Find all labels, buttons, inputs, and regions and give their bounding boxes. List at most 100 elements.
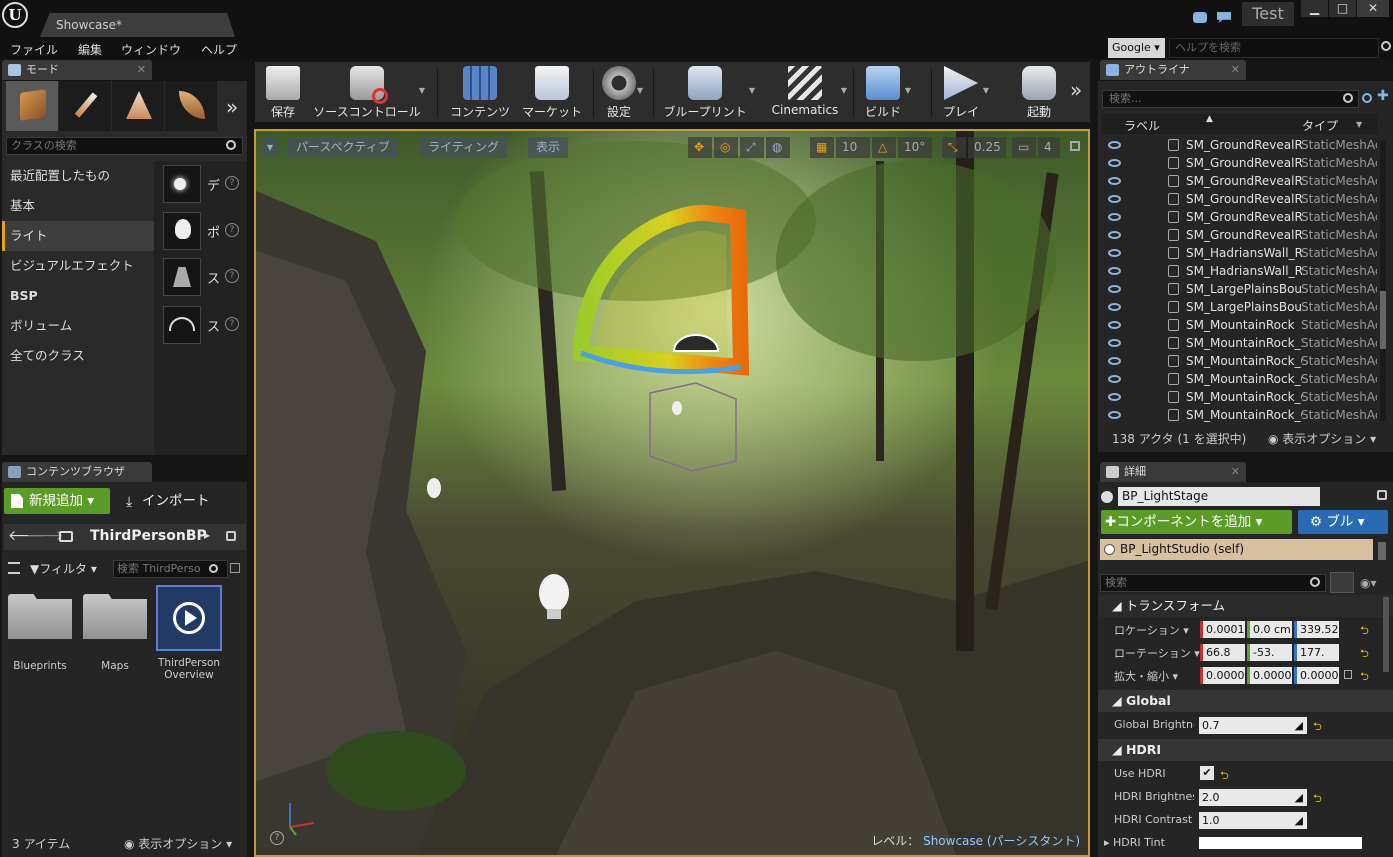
visibility-filter-icon[interactable]: ◉▾ <box>1360 576 1377 590</box>
visibility-eye-icon[interactable] <box>1108 213 1121 221</box>
close-tab-icon[interactable]: ✕ <box>1231 462 1240 482</box>
outliner-row[interactable]: SM_GroundRevealRockStaticMeshActor <box>1100 190 1380 208</box>
lock-icon[interactable] <box>226 531 236 541</box>
reset-icon[interactable]: ⮌ <box>1313 790 1322 809</box>
landscape-mode-button[interactable] <box>112 81 164 131</box>
category-basic[interactable]: 基本 <box>2 191 154 221</box>
visibility-eye-icon[interactable] <box>1108 249 1121 257</box>
class-search-input[interactable]: クラスの検索 <box>6 137 243 155</box>
path-crumb[interactable]: ThirdPersonBP <box>90 528 207 544</box>
lock-icon[interactable] <box>1377 490 1387 500</box>
rotation-snap-value[interactable]: 10° <box>898 137 932 158</box>
point-light-item[interactable]: ポ ? <box>163 212 247 252</box>
reset-icon[interactable]: ⮌ <box>1313 718 1322 737</box>
visibility-eye-icon[interactable] <box>1108 141 1121 149</box>
category-recent[interactable]: 最近配置したもの <box>2 161 154 191</box>
outliner-search-input[interactable]: 検索... <box>1102 90 1359 108</box>
outliner-row[interactable]: SM_MountainRock StaticMeshActor <box>1100 316 1380 334</box>
light-bulb-icon[interactable] <box>539 574 569 612</box>
blueprints-button[interactable]: ブループリント ▼ <box>657 62 755 122</box>
outliner-row[interactable]: SM_GroundRevealRockStaticMeshActor <box>1100 136 1380 154</box>
reset-icon[interactable]: ⮌ <box>1360 668 1369 687</box>
build-button[interactable]: ビルド ▼ <box>857 62 911 122</box>
hdri-brightness-field[interactable]: 2.0 ◢ <box>1199 789 1307 806</box>
global-brightness-field[interactable]: 0.7 ◢ <box>1199 717 1307 734</box>
chat-icon[interactable] <box>1193 12 1207 23</box>
light-bulb-icon[interactable] <box>427 478 441 498</box>
section-hdri[interactable]: ◢ HDRI <box>1098 739 1393 761</box>
modes-tab[interactable]: モード ✕ <box>2 60 152 80</box>
scale-z-field[interactable]: 0.00003 <box>1294 667 1339 684</box>
place-mode-button[interactable] <box>6 81 58 131</box>
cinematics-button[interactable]: Cinematics ▼ <box>765 62 847 122</box>
help-icon[interactable]: ? <box>225 317 239 331</box>
visibility-eye-icon[interactable] <box>1108 393 1121 401</box>
close-tab-icon[interactable]: ✕ <box>137 60 146 80</box>
rotation-y-field[interactable]: -53. <box>1247 644 1292 661</box>
reset-icon[interactable]: ⮌ <box>1360 622 1369 641</box>
sky-light-item[interactable]: ス ? <box>163 306 247 346</box>
save-search-icon[interactable] <box>230 563 240 573</box>
scene-render[interactable] <box>256 131 1088 855</box>
search-icon[interactable] <box>1381 41 1391 51</box>
launch-button[interactable]: 起動 <box>1013 62 1065 122</box>
help-search-input[interactable]: ヘルプを検索 <box>1169 38 1379 58</box>
show-button[interactable]: 表示 <box>528 137 569 158</box>
filter-dropdown[interactable]: ▼フィルタ ▾ <box>30 560 97 577</box>
help-icon[interactable]: ? <box>225 176 239 190</box>
rotation-z-field[interactable]: 177. <box>1294 644 1339 661</box>
visibility-eye-icon[interactable] <box>1108 411 1121 419</box>
dropdown-arrow-icon[interactable]: ▼ <box>905 86 911 95</box>
rotate-tool-icon[interactable]: ◎ <box>714 137 738 158</box>
scale-snap-value[interactable]: 0.25 <box>968 137 1006 158</box>
details-tab[interactable]: 詳細 ✕ <box>1100 462 1246 482</box>
outliner-row[interactable]: SM_HadriansWall_RockStaticMeshActor <box>1100 262 1380 280</box>
level-viewport[interactable]: ▾ パースペクティブ ライティング 表示 ✥ ◎ ⤢ ◍ ▦ 10 △ 10° … <box>254 129 1090 857</box>
lock-scale-icon[interactable] <box>1344 670 1352 679</box>
outliner-row[interactable]: SM_GroundRevealRockStaticMeshActor <box>1100 208 1380 226</box>
close-button[interactable]: ✕ <box>1357 0 1389 17</box>
dropdown-arrow-icon[interactable]: ▼ <box>983 86 989 95</box>
lighting-button[interactable]: ライティング <box>420 137 508 158</box>
location-x-field[interactable]: 0.00012 <box>1200 621 1245 638</box>
menu-window[interactable]: ウィンドウ <box>121 41 181 58</box>
view-options-dropdown[interactable]: ◉ 表示オプション ▾ <box>124 835 232 852</box>
perspective-button[interactable]: パースペクティブ <box>288 137 398 158</box>
visibility-eye-icon[interactable] <box>1108 375 1121 383</box>
help-icon[interactable]: ? <box>225 269 239 283</box>
search-provider-dropdown[interactable]: Google ▾ <box>1108 38 1165 58</box>
category-volumes[interactable]: ボリューム <box>2 311 154 341</box>
category-bsp[interactable]: BSP <box>2 281 154 311</box>
outliner-row[interactable]: SM_MountainRock_CStaticMeshActor <box>1100 370 1380 388</box>
asset-folder-blueprints[interactable]: Blueprints <box>6 594 74 672</box>
settings-button[interactable]: 設定 ▼ <box>597 62 643 122</box>
column-type[interactable]: タイプ <box>1302 117 1338 134</box>
location-z-field[interactable]: 339.525 <box>1294 621 1339 638</box>
grid-snap-icon[interactable]: ▦ <box>810 137 834 158</box>
world-space-icon[interactable]: ◍ <box>766 137 790 158</box>
section-global[interactable]: ◢ Global <box>1098 690 1393 712</box>
viewport-options-dropdown[interactable]: ▾ <box>262 137 279 158</box>
save-button[interactable]: 保存 <box>257 62 309 122</box>
rotation-x-field[interactable]: 66.8 <box>1200 644 1245 661</box>
category-visual-effects[interactable]: ビジュアルエフェクト <box>2 251 154 281</box>
visibility-eye-icon[interactable] <box>1108 285 1121 293</box>
outliner-row[interactable]: SM_MountainRock_CStaticMeshActor <box>1100 388 1380 406</box>
rotation-label[interactable]: ローテーション ▾ <box>1114 645 1200 661</box>
source-control-button[interactable]: ソースコントロール ▼ <box>311 62 425 122</box>
details-scrollbar[interactable] <box>1383 597 1389 672</box>
outliner-tab[interactable]: アウトライナ ✕ <box>1100 60 1246 80</box>
actor-name-field[interactable]: BP_LightStage <box>1118 487 1320 506</box>
content-browser-tab[interactable]: コンテンツブラウザ <box>2 462 152 482</box>
sources-toggle-icon[interactable] <box>8 562 20 574</box>
toolbar-more-icon[interactable]: » <box>1070 78 1082 102</box>
import-button[interactable]: ⤓ インポート <box>116 488 228 514</box>
visibility-eye-icon[interactable] <box>1108 303 1121 311</box>
visibility-eye-icon[interactable] <box>1108 231 1121 239</box>
outliner-row[interactable]: SM_GroundRevealRockStaticMeshActor <box>1100 226 1380 244</box>
hdri-tint-label[interactable]: ▸ HDRI Tint <box>1104 836 1165 849</box>
camera-speed-value[interactable]: 4 <box>1038 137 1060 158</box>
help-icon[interactable]: ? <box>225 223 239 237</box>
component-scrollbar[interactable] <box>1378 542 1386 560</box>
scale-label[interactable]: 拡大・縮小 ▾ <box>1114 668 1178 684</box>
